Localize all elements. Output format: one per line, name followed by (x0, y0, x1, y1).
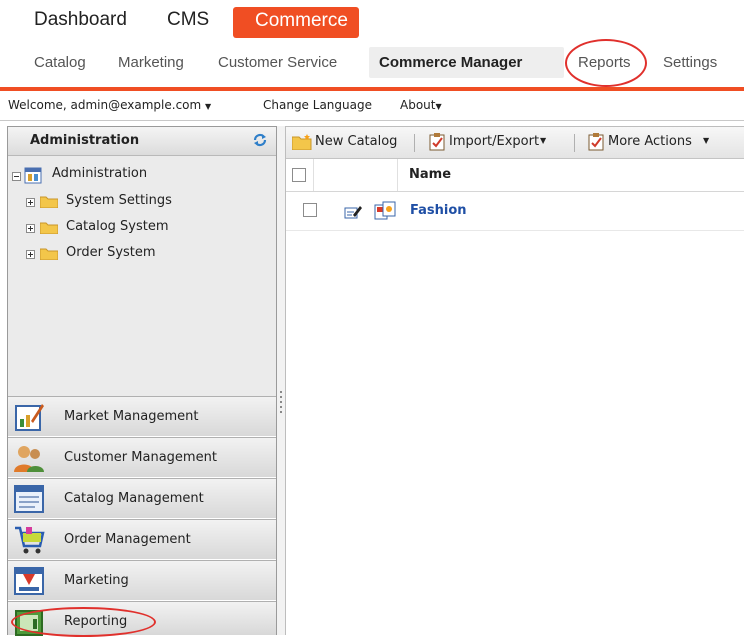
column-divider (313, 159, 314, 191)
accordion-label: Marketing (64, 573, 129, 588)
edit-icon[interactable] (344, 204, 362, 220)
tree-label: System Settings (66, 193, 172, 208)
chevron-down-icon: ▼ (435, 102, 442, 111)
welcome-bar: Welcome, admin@example.com ▼ Change Lang… (0, 92, 744, 121)
row-checkbox[interactable] (303, 203, 317, 217)
catalog-icon (374, 201, 396, 220)
nav-cms[interactable]: CMS (167, 9, 209, 31)
tree-node-catalog-system[interactable]: Catalog System (8, 219, 228, 237)
catalog-toolbar: New Catalog Import/Export ▼ More Actions… (286, 127, 744, 159)
subnav-commerce-manager[interactable]: Commerce Manager (369, 47, 564, 78)
tree-node-system-settings[interactable]: System Settings (8, 193, 228, 211)
clipboard-icon (429, 133, 445, 151)
subnav-marketing[interactable]: Marketing (118, 54, 184, 71)
accordion-customer-management[interactable]: Customer Management (8, 437, 276, 477)
select-all-checkbox[interactable] (292, 168, 306, 182)
folder-icon (40, 222, 58, 234)
tree-label: Catalog System (66, 219, 169, 234)
subnav-catalog[interactable]: Catalog (34, 54, 86, 71)
marketing-icon (14, 567, 44, 595)
tree-node-order-system[interactable]: Order System (8, 245, 228, 263)
folder-icon (40, 248, 58, 260)
tree-node-administration[interactable]: Administration (8, 166, 208, 184)
collapse-icon[interactable] (12, 172, 21, 181)
expand-icon[interactable] (26, 224, 35, 233)
tree-label: Administration (52, 166, 148, 181)
accordion-market-management[interactable]: Market Management (8, 396, 276, 436)
clipboard-icon (588, 133, 604, 151)
toolbar-separator (414, 134, 415, 152)
column-header-name[interactable]: Name (409, 167, 451, 182)
change-language-link[interactable]: Change Language (263, 98, 372, 112)
subnav-settings[interactable]: Settings (663, 54, 717, 71)
panel-splitter[interactable] (277, 126, 285, 635)
table-row[interactable]: Fashion (286, 192, 744, 231)
expand-icon[interactable] (26, 198, 35, 207)
catalog-link-fashion[interactable]: Fashion (410, 203, 467, 218)
about-menu[interactable]: About▼ (400, 98, 442, 112)
subnav-customer-service[interactable]: Customer Service (218, 54, 337, 71)
admin-tree: Administration System Settings Catalog S… (8, 156, 276, 396)
welcome-user-menu[interactable]: Welcome, admin@example.com ▼ (8, 98, 211, 112)
left-panel-header: Administration (8, 127, 276, 156)
expand-icon[interactable] (26, 250, 35, 259)
reports-highlight-circle (565, 39, 647, 87)
folder-icon (40, 196, 58, 208)
chevron-down-icon: ▼ (205, 102, 212, 111)
accordion-label: Market Management (64, 409, 199, 424)
accordion-order-management[interactable]: Order Management (8, 519, 276, 559)
customer-management-icon (14, 446, 44, 472)
tree-label: Order System (66, 245, 156, 260)
reporting-highlight-circle (11, 607, 156, 637)
column-divider (397, 159, 398, 191)
grid-header: Name (286, 159, 744, 192)
market-management-icon (15, 404, 44, 431)
accordion-label: Catalog Management (64, 491, 204, 506)
nav-underline (0, 87, 744, 91)
accordion-label: Order Management (64, 532, 191, 547)
accordion-catalog-management[interactable]: Catalog Management (8, 478, 276, 518)
accordion-marketing[interactable]: Marketing (8, 560, 276, 600)
nav-commerce[interactable]: Commerce (233, 7, 359, 38)
chevron-down-icon: ▼ (703, 136, 710, 145)
refresh-icon[interactable] (252, 132, 268, 148)
new-folder-icon (292, 134, 312, 150)
catalog-management-icon (14, 485, 44, 513)
administration-icon (24, 167, 42, 184)
chevron-down-icon: ▼ (540, 136, 547, 145)
accordion-label: Customer Management (64, 450, 217, 465)
nav-dashboard[interactable]: Dashboard (34, 9, 127, 31)
left-panel-title: Administration (30, 133, 140, 148)
shopping-cart-icon (15, 526, 45, 554)
toolbar-separator (574, 134, 575, 152)
